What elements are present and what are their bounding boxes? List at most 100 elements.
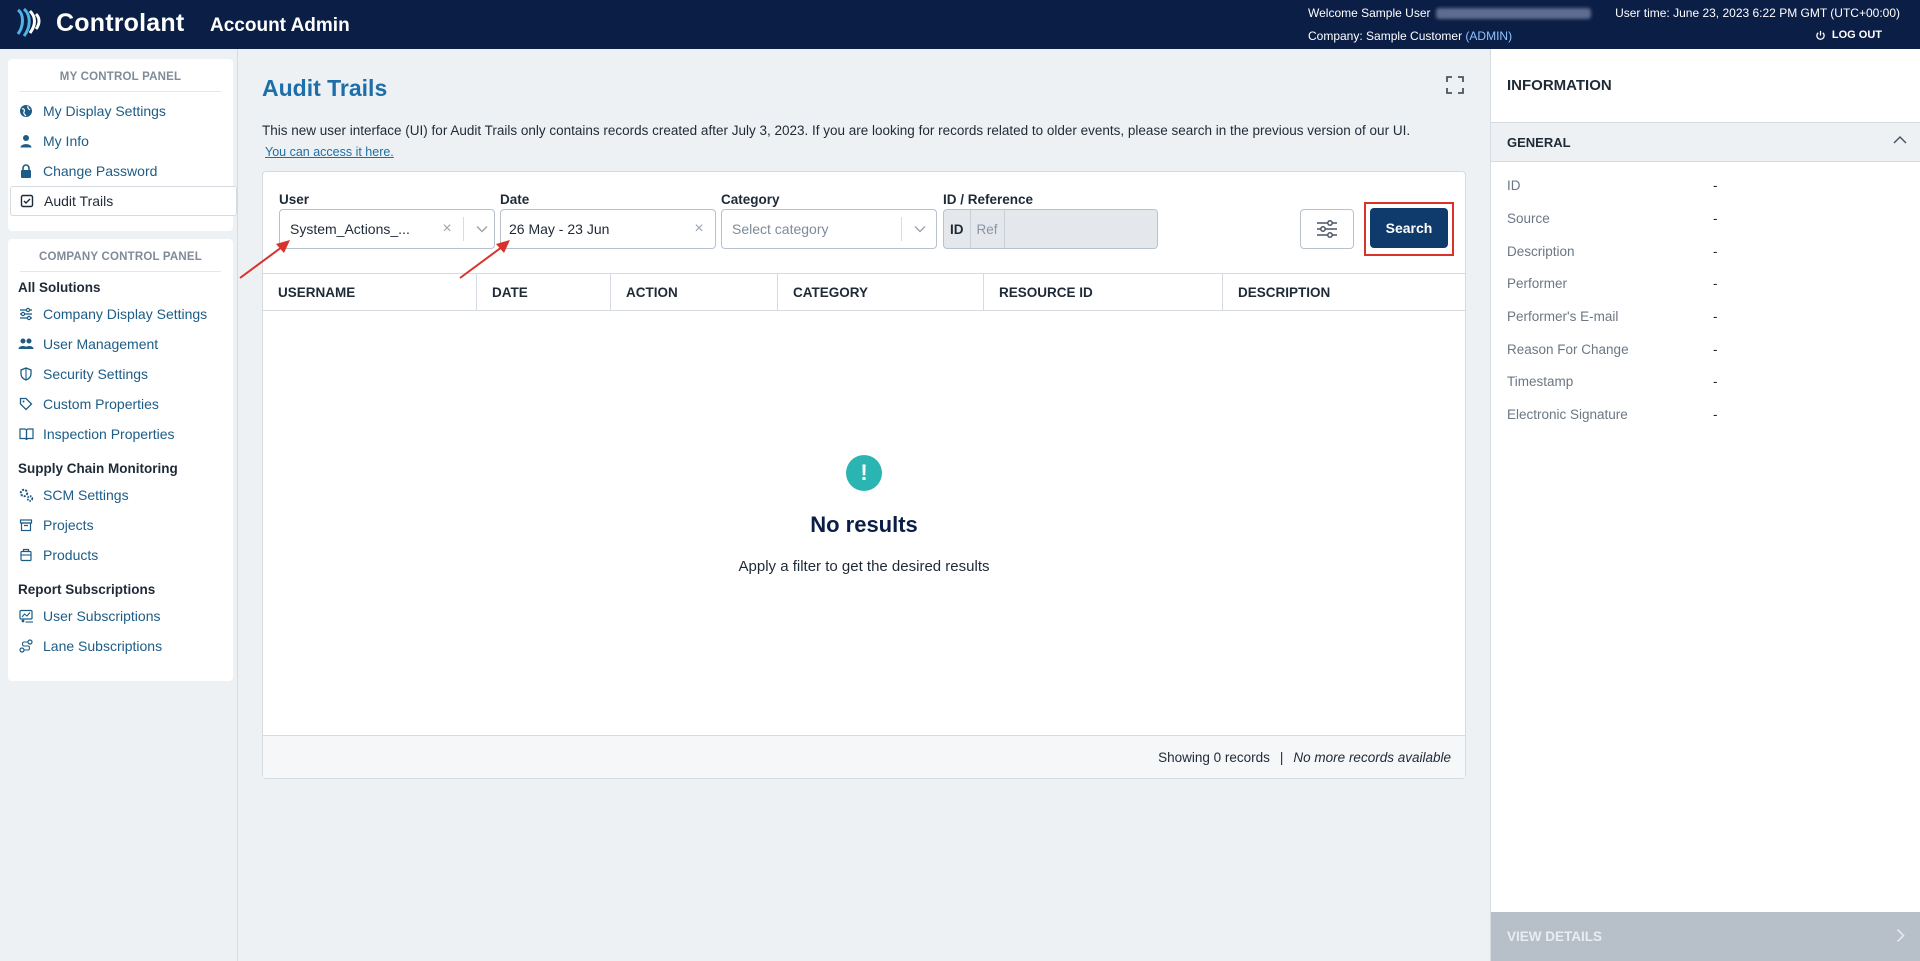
sidebar-item-label: Projects — [43, 517, 94, 533]
sidebar-item-inspection-properties[interactable]: Inspection Properties — [8, 419, 233, 449]
info-field-label: Reason For Change — [1507, 342, 1629, 357]
info-field-id: ID - — [1507, 178, 1718, 193]
sidebar-item-label: Lane Subscriptions — [43, 638, 163, 654]
sidebar-item-company-display-settings[interactable]: Company Display Settings — [8, 299, 233, 329]
sidebar-item-my-display-settings[interactable]: My Display Settings — [8, 96, 233, 126]
chevron-down-icon[interactable] — [908, 225, 932, 233]
logout-button[interactable]: LOG OUT — [1815, 29, 1882, 41]
idref-filter-label: ID / Reference — [943, 192, 1034, 207]
category-select[interactable]: Select category — [721, 209, 937, 249]
app-title: Account Admin — [210, 15, 350, 36]
sidebar-item-lane-subscriptions[interactable]: Lane Subscriptions — [8, 631, 233, 661]
empty-state-title: No results — [810, 512, 918, 537]
general-section-toggle[interactable]: GENERAL — [1491, 122, 1920, 162]
info-field-value: - — [1713, 309, 1718, 324]
user-select[interactable]: System_Actions_... × — [279, 209, 495, 249]
info-field-electronic-signature: Electronic Signature - — [1507, 407, 1718, 422]
my-control-panel: MY CONTROL PANEL My Display Settings My … — [8, 59, 237, 231]
info-field-label: Performer's E-mail — [1507, 309, 1619, 324]
date-range-input[interactable]: 26 May - 23 Jun × — [500, 209, 716, 249]
column-header-resource-id[interactable]: RESOURCE ID — [984, 274, 1223, 310]
info-field-label: Performer — [1507, 276, 1568, 291]
sidebar-item-label: My Info — [43, 133, 89, 149]
brand-name: Controlant — [56, 8, 185, 37]
package-icon — [18, 547, 34, 563]
welcome-label: Welcome Sample User — [1308, 6, 1431, 20]
ref-toggle[interactable]: Ref — [971, 210, 1005, 248]
sidebar-item-label: Security Settings — [43, 366, 149, 382]
sidebar-item-projects[interactable]: Projects — [8, 510, 233, 540]
table-footer: Showing 0 records | No more records avai… — [263, 735, 1465, 778]
sidebar-item-security-settings[interactable]: Security Settings — [8, 359, 233, 389]
globe-icon — [18, 103, 34, 119]
sidebar-item-label: My Display Settings — [43, 103, 166, 119]
search-button[interactable]: Search — [1370, 208, 1448, 248]
info-field-description: Description - — [1507, 244, 1718, 259]
view-details-button[interactable]: VIEW DETAILS — [1491, 912, 1920, 961]
info-field-label: Timestamp — [1507, 374, 1574, 389]
info-field-label: Electronic Signature — [1507, 407, 1628, 422]
sidebar-item-my-info[interactable]: My Info — [8, 126, 233, 156]
filter-settings-button[interactable] — [1300, 209, 1354, 249]
route-icon — [18, 638, 34, 654]
sidebar-item-label: Change Password — [43, 163, 158, 179]
column-header-description[interactable]: DESCRIPTION — [1223, 274, 1465, 310]
group-title-report-subscriptions: Report Subscriptions — [18, 582, 156, 597]
fullscreen-button[interactable] — [1445, 75, 1465, 95]
chevron-down-icon[interactable] — [470, 225, 494, 233]
top-bar: Controlant Account Admin Welcome Sample … — [0, 0, 1920, 49]
expand-icon — [1446, 76, 1464, 94]
brand-logo[interactable]: Controlant — [14, 6, 184, 40]
company-label: Company: Sample Customer — [1308, 29, 1463, 43]
users-icon — [18, 336, 34, 352]
column-header-date[interactable]: DATE — [477, 274, 611, 310]
legacy-ui-link[interactable]: You can access it here. — [265, 145, 394, 159]
divider — [901, 217, 902, 241]
sidebar-item-label: SCM Settings — [43, 487, 129, 503]
sidebar-item-products[interactable]: Products — [8, 540, 233, 570]
sliders-icon — [18, 306, 34, 322]
report-icon — [18, 608, 34, 624]
sidebar-item-label: Company Display Settings — [43, 306, 208, 322]
page-title: Audit Trails — [262, 75, 388, 101]
power-icon — [1816, 30, 1825, 40]
info-field-performer-email: Performer's E-mail - — [1507, 309, 1718, 324]
panel-title: COMPANY CONTROL PANEL — [38, 251, 203, 263]
table-header: USERNAME DATE ACTION CATEGORY RESOURCE I… — [263, 273, 1465, 311]
general-section-label: GENERAL — [1507, 134, 1571, 150]
clear-icon[interactable]: × — [689, 220, 709, 238]
sidebar-item-scm-settings[interactable]: SCM Settings — [8, 480, 233, 510]
info-field-value: - — [1713, 276, 1718, 291]
chevron-up-icon — [1893, 135, 1907, 144]
sidebar-item-label: Audit Trails — [44, 193, 114, 209]
column-header-action[interactable]: ACTION — [611, 274, 778, 310]
redacted-email — [1436, 8, 1592, 20]
gears-icon — [18, 487, 34, 503]
clear-icon[interactable]: × — [437, 220, 457, 238]
sidebar-item-user-management[interactable]: User Management — [8, 329, 233, 359]
tag-icon — [18, 396, 34, 412]
no-more-records-text: No more records available — [1293, 749, 1451, 765]
info-field-value: - — [1713, 244, 1718, 259]
column-header-username[interactable]: USERNAME — [263, 274, 477, 310]
sidebar-item-audit-trails[interactable]: Audit Trails — [10, 186, 237, 216]
footer-separator: | — [1279, 749, 1284, 765]
company-control-panel: COMPANY CONTROL PANEL All Solutions Comp… — [8, 239, 233, 681]
info-field-value: - — [1713, 211, 1718, 226]
main-content: Audit Trails This new user interface (UI… — [238, 49, 1490, 961]
date-range-value: 26 May - 23 Jun — [509, 221, 610, 237]
idref-input-group: ID Ref — [943, 209, 1158, 249]
sidebar-item-custom-properties[interactable]: Custom Properties — [8, 389, 233, 419]
sidebar-item-change-password[interactable]: Change Password — [8, 156, 233, 186]
chevron-right-icon — [1896, 928, 1905, 943]
idref-input[interactable] — [1004, 210, 1157, 248]
column-header-category[interactable]: CATEGORY — [778, 274, 984, 310]
company-text: Company: Sample Customer (ADMIN) — [1308, 29, 1512, 43]
date-filter-label: Date — [500, 192, 530, 207]
lock-icon — [18, 163, 34, 179]
id-toggle[interactable]: ID — [944, 210, 971, 248]
group-title-all-solutions: All Solutions — [18, 280, 101, 295]
info-field-value: - — [1713, 374, 1718, 389]
user-filter-label: User — [279, 192, 310, 207]
sidebar-item-user-subscriptions[interactable]: User Subscriptions — [8, 601, 233, 631]
